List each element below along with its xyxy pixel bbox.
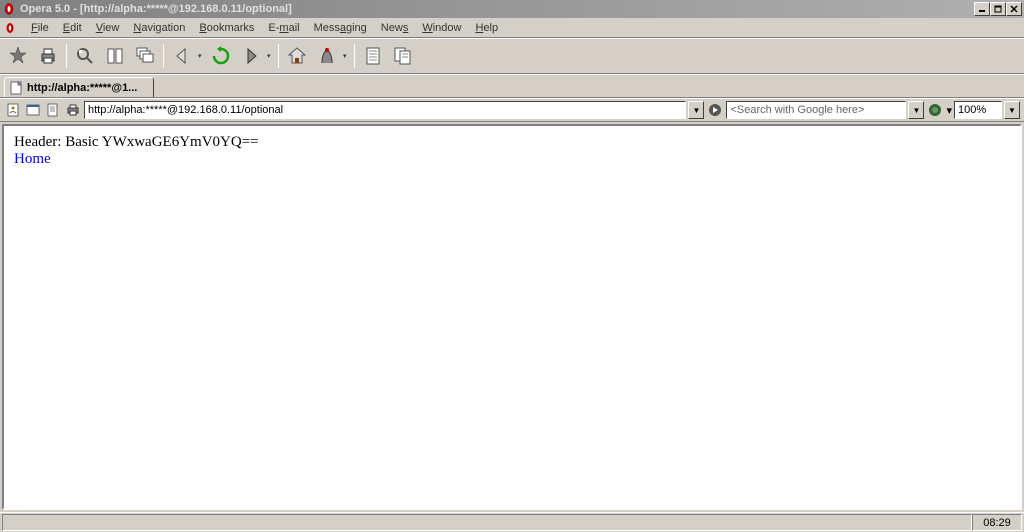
new-window-icon[interactable] [24,101,42,119]
back-dropdown[interactable]: ▾ [198,52,205,60]
print-small-icon[interactable] [64,101,82,119]
menu-edit[interactable]: Edit [56,20,89,36]
menu-navigation[interactable]: Navigation [126,20,192,36]
document-icon[interactable] [44,101,62,119]
main-toolbar: ▾ ▾ ▾ [0,38,1024,74]
maximize-button[interactable] [990,2,1006,16]
statusbar: 08:29 [0,512,1024,532]
tabbar: http://alpha:*****@1... [0,74,1024,98]
back-button[interactable] [168,42,196,70]
menu-help[interactable]: Help [468,20,505,36]
minimize-button[interactable] [974,2,990,16]
clock-time: 08:29 [983,517,1011,529]
search-engine-dropdown[interactable]: ▾ [946,104,952,117]
close-button[interactable] [1006,2,1022,16]
search-field[interactable]: <Search with Google here> [726,101,906,119]
reload-button[interactable] [207,42,235,70]
home-link[interactable]: Home [14,151,51,167]
url-input[interactable] [88,104,682,116]
find-button[interactable] [71,42,99,70]
tile-button[interactable] [101,42,129,70]
hotlist-button[interactable] [313,42,341,70]
page-tab[interactable]: http://alpha:*****@1... [4,77,154,97]
content-area: Header: Basic YWxwaGE6YmV0YQ== Home [0,122,1024,512]
search-dropdown[interactable]: ▼ [908,101,924,119]
menu-view[interactable]: View [89,20,127,36]
menubar: File Edit View Navigation Bookmarks E-ma… [0,18,1024,38]
menu-messaging[interactable]: Messaging [307,20,374,36]
clock-panel: 08:29 [972,514,1022,531]
menu-news[interactable]: News [374,20,416,36]
search-placeholder: <Search with Google here> [730,104,864,116]
addressbar: ▼ <Search with Google here> ▼ ▾ 100% ▼ [0,98,1024,122]
cascade-button[interactable] [131,42,159,70]
status-panel [2,514,972,531]
print-button[interactable] [34,42,62,70]
url-dropdown[interactable]: ▼ [688,101,704,119]
menu-email[interactable]: E-mail [261,20,306,36]
menu-file[interactable]: File [24,20,56,36]
header-text: Header: Basic YWxwaGE6YmV0YQ== [14,134,1010,151]
url-field-wrap [84,101,686,119]
opera-app-icon [2,2,16,16]
copy-page-button[interactable] [389,42,417,70]
menu-window[interactable]: Window [415,20,468,36]
titlebar: Opera 5.0 - [http://alpha:*****@192.168.… [0,0,1024,18]
hotlist-dropdown[interactable]: ▾ [343,52,350,60]
zoom-dropdown[interactable]: ▼ [1004,101,1020,119]
forward-dropdown[interactable]: ▾ [267,52,274,60]
page-content: Header: Basic YWxwaGE6YmV0YQ== Home [2,124,1022,510]
zoom-value: 100% [958,104,986,116]
home-button[interactable] [283,42,311,70]
author-mode-icon[interactable] [4,101,22,119]
go-button[interactable] [706,101,724,119]
window-title: Opera 5.0 - [http://alpha:*****@192.168.… [20,3,974,15]
page-icon [9,81,23,95]
zoom-field[interactable]: 100% [954,101,1002,119]
document-icon[interactable] [2,20,18,36]
menu-bookmarks[interactable]: Bookmarks [192,20,261,36]
tab-label: http://alpha:*****@1... [27,82,137,94]
search-go-button[interactable] [926,101,944,119]
bookmark-button[interactable] [4,42,32,70]
forward-button[interactable] [237,42,265,70]
new-page-button[interactable] [359,42,387,70]
